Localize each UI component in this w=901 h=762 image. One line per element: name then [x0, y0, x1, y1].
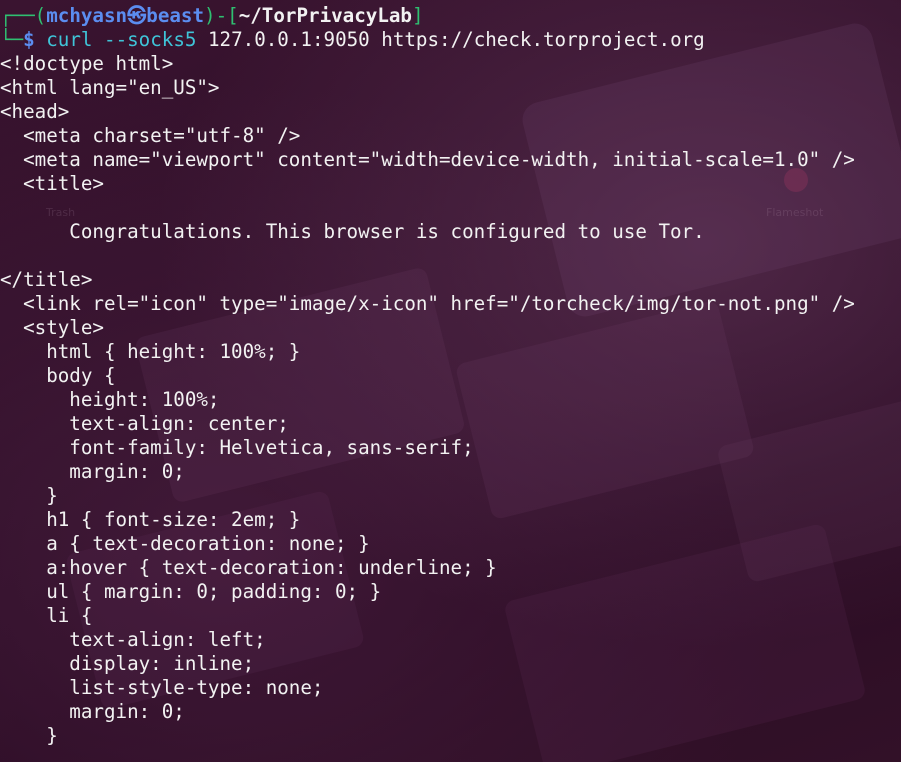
prompt-cwd: ~/TorPrivacyLab [238, 4, 412, 27]
prompt-user: mchyasn [46, 4, 128, 27]
output-line: <meta name="viewport" content="width=dev… [0, 148, 855, 171]
terminal-screen[interactable]: ┌──(mchyasn㉿beast)-[~/TorPrivacyLab] └─$… [0, 0, 901, 762]
command-output: <!doctype html> <html lang="en_US"> <head>… [0, 52, 901, 748]
output-line: <link rel="icon" type="image/x-icon" hre… [0, 292, 855, 315]
prompt-symbol: $ [23, 28, 35, 51]
prompt-host: beast [146, 4, 205, 27]
output-line: a:hover { text-decoration: underline; } [0, 556, 497, 579]
prompt-bracket-close: ] [411, 4, 424, 27]
output-line: body { [0, 364, 116, 387]
output-line: </title> [0, 268, 93, 291]
prompt-header-line: ┌──(mchyasn㉿beast)-[~/TorPrivacyLab] [0, 4, 901, 28]
command-args: 127.0.0.1:9050 https://check.torproject.… [208, 28, 705, 51]
command-option: --socks5 [104, 28, 197, 51]
output-line: <head> [0, 100, 70, 123]
output-line: display: inline; [0, 652, 255, 675]
output-line: <meta charset="utf-8" /> [0, 124, 301, 147]
output-line: list-style-type: none; [0, 676, 324, 699]
command-line[interactable]: └─$ curl --socks5 127.0.0.1:9050 https:/… [0, 28, 901, 52]
output-line: text-align: center; [0, 412, 289, 435]
output-line: } [0, 724, 58, 747]
output-line: ul { margin: 0; padding: 0; } [0, 580, 382, 603]
kali-icon: ㉿ [127, 4, 147, 27]
prompt-bracket: )-[ [204, 4, 239, 27]
output-line: margin: 0; [0, 460, 185, 483]
output-line: li { [0, 604, 93, 627]
prompt-corner-top: ┌──( [0, 4, 47, 27]
output-line: a { text-decoration: none; } [0, 532, 370, 555]
output-line: margin: 0; [0, 700, 185, 723]
output-line: font-family: Helvetica, sans-serif; [0, 436, 474, 459]
output-line: Congratulations. This browser is configu… [0, 220, 705, 243]
output-line: h1 { font-size: 2em; } [0, 508, 301, 531]
terminal-window[interactable]: Trash Flameshot ┌──(mchyasn㉿beast)-[~/To… [0, 0, 901, 762]
output-line: html { height: 100%; } [0, 340, 301, 363]
output-line: <title> [0, 172, 104, 195]
output-line: <!doctype html> [0, 52, 174, 75]
output-line: <style> [0, 316, 104, 339]
output-line: text-align: left; [0, 628, 266, 651]
command-program: curl [46, 28, 93, 51]
output-line: height: 100%; [0, 388, 220, 411]
output-line: } [0, 484, 58, 507]
output-line: <html lang="en_US"> [0, 76, 220, 99]
prompt-corner-bottom: └─ [0, 28, 24, 51]
